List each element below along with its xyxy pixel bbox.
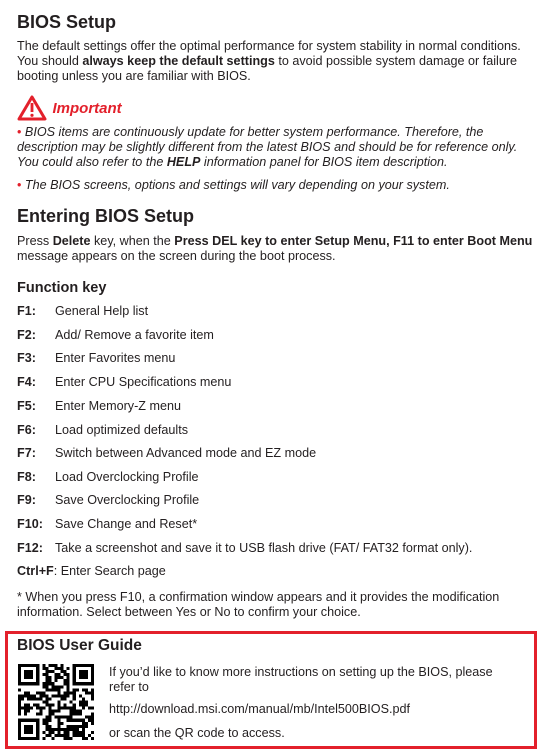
key: F7: <box>17 446 36 460</box>
key: F1: <box>17 304 36 318</box>
function-key-item: F4: Enter CPU Specifications menu <box>17 375 547 390</box>
bullet-bold: HELP <box>166 155 201 169</box>
text: message appears on the screen during the… <box>17 249 336 263</box>
key: F6: <box>17 423 36 437</box>
key: F4: <box>17 375 36 389</box>
key: F5: <box>17 399 36 413</box>
function-key-item: F1: General Help list <box>17 304 547 319</box>
desc: : Enter Search page <box>53 564 166 578</box>
desc: Load Overclocking Profile <box>55 470 199 484</box>
desc: Load optimized defaults <box>55 423 189 437</box>
user-guide-heading: BIOS User Guide <box>17 637 142 654</box>
text: key, when the <box>90 234 175 248</box>
intro-bold: always keep the default settings <box>82 54 275 68</box>
boot-message: Press DEL key to enter Setup Menu, F11 t… <box>174 234 533 248</box>
function-key-item: F2: Add/ Remove a favorite item <box>17 328 547 343</box>
desc: General Help list <box>55 304 149 318</box>
function-key-item: F5: Enter Memory-Z menu <box>17 399 547 414</box>
function-key-item: F8: Load Overclocking Profile <box>17 470 547 485</box>
function-key-item: F12: Take a screenshot and save it to USB… <box>17 541 547 556</box>
important-label: Important <box>52 99 122 117</box>
key: F3: <box>17 351 36 365</box>
key: F9: <box>17 493 36 507</box>
important-header: Important <box>17 95 122 121</box>
user-guide-url[interactable]: http://download.msi.com/manual/mb/Intel5… <box>109 702 410 717</box>
function-key-ctrlf: Ctrl+F: Enter Search page <box>17 564 547 579</box>
function-key-item: F6: Load optimized defaults <box>17 423 547 438</box>
desc: Save Change and Reset* <box>55 517 198 531</box>
entering-paragraph: Press Delete key, when the Press DEL key… <box>17 234 537 264</box>
desc: Switch between Advanced mode and EZ mode <box>55 446 317 460</box>
text: Press <box>17 234 53 248</box>
desc: Add/ Remove a favorite item <box>55 328 214 342</box>
page-title: BIOS Setup <box>17 12 117 32</box>
key: F2: <box>17 328 36 342</box>
key-delete: Delete <box>52 234 91 248</box>
important-bullet: • The BIOS screens, options and settings… <box>17 178 450 192</box>
warning-triangle-icon <box>17 95 47 121</box>
important-bullet: • BIOS items are continuously update for… <box>17 125 518 169</box>
function-key-item: F9: Save Overclocking Profile <box>17 493 547 508</box>
footnote: * When you press F10, a confirmation win… <box>17 590 500 619</box>
key: F12: <box>17 541 43 555</box>
function-key-item: F7: Switch between Advanced mode and EZ m… <box>17 446 547 461</box>
desc: Enter Favorites menu <box>55 351 176 365</box>
user-guide-text: If you’d like to know more instructions … <box>109 665 493 694</box>
desc: Enter Memory-Z menu <box>55 399 181 413</box>
entering-heading: Entering BIOS Setup <box>17 206 195 226</box>
intro-paragraph: The default settings offer the optimal p… <box>17 39 537 84</box>
bullet-text-end: information panel for BIOS item descript… <box>200 155 448 169</box>
desc: Save Overclocking Profile <box>55 493 200 507</box>
key: F10: <box>17 517 43 531</box>
bullet-text: The BIOS screens, options and settings w… <box>24 178 450 192</box>
key: F8: <box>17 470 36 484</box>
user-guide-text-2: or scan the QR code to access. <box>109 726 285 740</box>
key: Ctrl+F <box>17 564 54 578</box>
function-key-item: F10: Save Change and Reset* <box>17 517 547 532</box>
function-key-heading: Function key <box>17 280 107 296</box>
function-key-item: F3: Enter Favorites menu <box>17 351 547 366</box>
desc: Enter CPU Specifications menu <box>55 375 232 389</box>
desc: Take a screenshot and save it to USB fla… <box>55 541 473 555</box>
qr-code-icon <box>18 664 94 740</box>
